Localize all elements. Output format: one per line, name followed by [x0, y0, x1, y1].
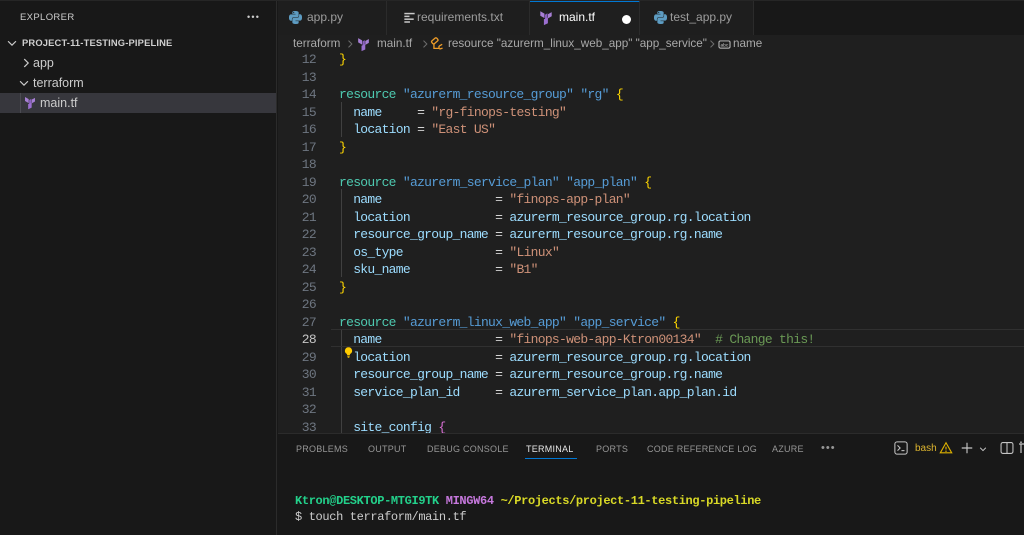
svg-text:abc: abc: [720, 42, 728, 48]
